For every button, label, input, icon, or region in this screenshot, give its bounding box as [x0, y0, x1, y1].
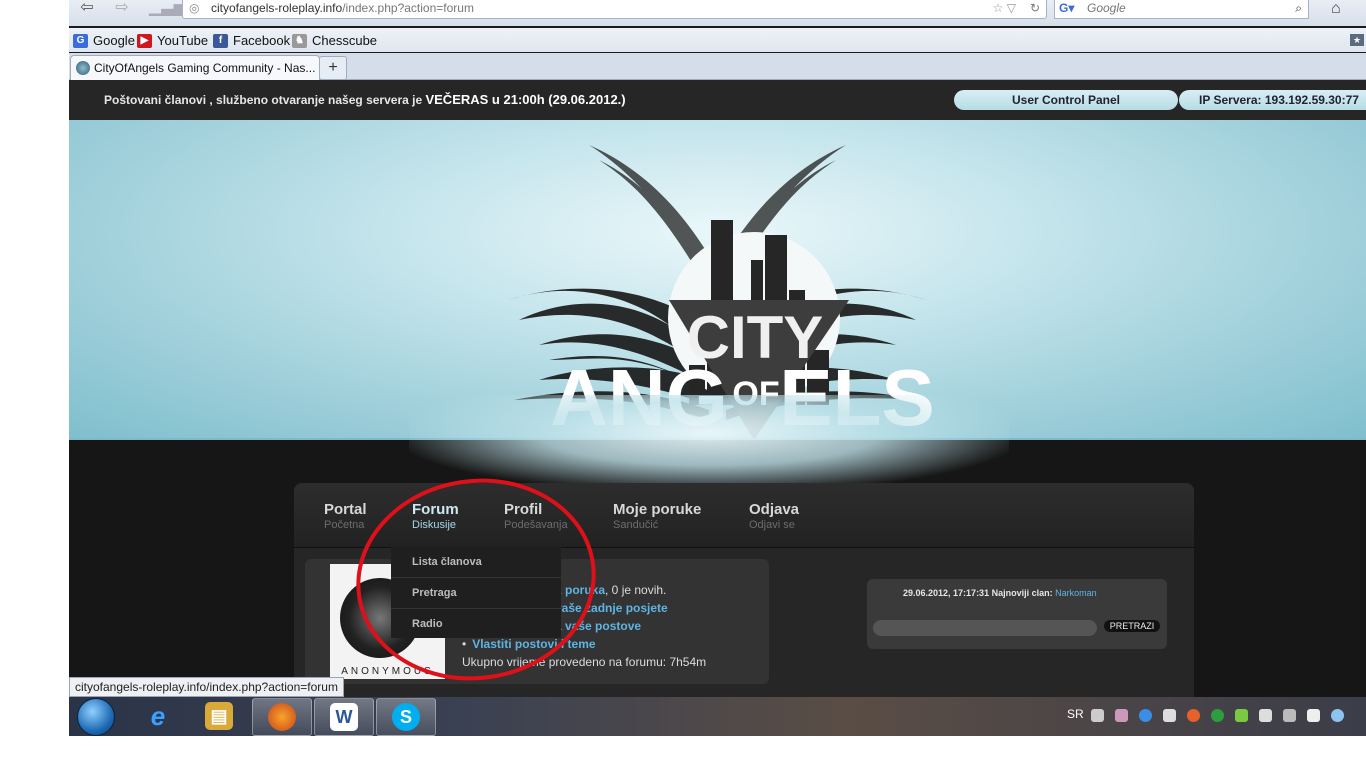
taskbar-internet-explorer[interactable]: e: [129, 698, 187, 734]
search-bar[interactable]: G▾ Google ⌕: [1054, 0, 1309, 19]
tray-app-icon[interactable]: [1115, 709, 1128, 722]
keyboard-icon[interactable]: [1091, 709, 1104, 722]
search-box: 29.06.2012, 17:17:31 Najnoviji clan: Nar…: [867, 579, 1167, 649]
tray-globe-icon[interactable]: [1331, 709, 1344, 722]
menu-item-portal[interactable]: Portal Početna: [324, 501, 367, 531]
fog-decoration: [409, 395, 1009, 490]
menu-subtitle: Sandučić: [613, 519, 659, 531]
taskbar-firefox[interactable]: [252, 698, 312, 736]
volume-icon[interactable]: [1259, 709, 1272, 722]
bookmarks-menu-icon[interactable]: ★: [1350, 34, 1364, 46]
bookmark-google[interactable]: G Google: [73, 33, 135, 48]
chesscube-icon: ♞: [292, 33, 307, 48]
action-center-flag-icon[interactable]: [1307, 709, 1320, 722]
menu-title: Odjava: [749, 501, 800, 518]
bookmark-youtube[interactable]: ▶ YouTube: [137, 33, 208, 48]
site-banner: CITY ANG OF ELS: [69, 120, 1366, 440]
menu-title: Portal: [324, 501, 367, 518]
bookmark-star-icon[interactable]: ☆ ▽: [993, 0, 1016, 17]
tab-title: CityOfAngels Gaming Community - Nas...: [94, 61, 316, 75]
menu-subtitle: Odjavi se: [749, 519, 795, 531]
forum-search-input[interactable]: [873, 620, 1097, 636]
back-icon[interactable]: ⇦: [74, 0, 100, 16]
tab-strip: CityOfAngels Gaming Community - Nas... +: [69, 53, 1366, 80]
facebook-icon: f: [213, 33, 228, 48]
menu-item-odjava[interactable]: Odjava Odjavi se: [749, 501, 799, 531]
tray-blue-icon[interactable]: [1139, 709, 1152, 722]
search-button[interactable]: PRETRAZI: [1104, 620, 1160, 632]
tray-green-icon[interactable]: [1235, 709, 1248, 722]
datetime: 29.06.2012, 17:17:31: [903, 588, 990, 598]
youtube-icon: ▶: [137, 33, 152, 48]
taskbar-file-explorer[interactable]: ▤: [190, 698, 248, 734]
bookmark-label: Chesscube: [312, 33, 378, 48]
messages-count-text: , 0 je novih.: [605, 583, 667, 597]
network-icon[interactable]: [1283, 709, 1296, 722]
search-placeholder: Google: [1087, 1, 1126, 15]
site-favicon-icon: [76, 61, 90, 75]
status-url-tooltip: cityofangels-roleplay.info/index.php?act…: [69, 677, 344, 697]
newest-member-link[interactable]: Narkoman: [1055, 588, 1097, 598]
bookmarks-toolbar: G Google ▶ YouTube f Facebook ♞ Chesscub…: [69, 28, 1366, 52]
language-indicator[interactable]: SR: [1067, 707, 1084, 721]
internet-explorer-icon: e: [150, 701, 166, 731]
home-icon[interactable]: ⌂: [1331, 0, 1341, 18]
forward-icon[interactable]: ⇨: [109, 0, 135, 16]
server-ip-button[interactable]: IP Servera: 193.192.59.30:77: [1179, 90, 1366, 110]
menu-item-moje-poruke[interactable]: Moje poruke Sandučić: [613, 501, 701, 531]
url-bar[interactable]: ◎ cityofangels-roleplay.info/index.php?a…: [182, 0, 1047, 19]
site-announcement-bar: Poštovani članovi , službeno otvaranje n…: [69, 80, 1366, 120]
skype-icon: S: [392, 703, 420, 731]
announcement-highlight: VEČERAS u 21:00h (29.06.2012.): [425, 92, 626, 107]
bookmark-label: YouTube: [157, 33, 209, 48]
word-icon: W: [330, 703, 358, 731]
site-identity-icon[interactable]: ◎: [189, 0, 199, 17]
firefox-icon: [268, 703, 296, 731]
bookmark-facebook[interactable]: f Facebook: [213, 33, 290, 48]
history-icon[interactable]: ▁▃▅: [149, 0, 186, 16]
taskbar-skype[interactable]: S: [376, 698, 436, 736]
url-path: /index.php?action=forum: [342, 1, 474, 15]
newest-member-label: Najnoviji clan:: [991, 588, 1053, 598]
bookmark-chesscube[interactable]: ♞ Chesscube: [292, 33, 377, 48]
start-button[interactable]: [77, 698, 115, 736]
search-icon[interactable]: ⌕: [1295, 0, 1302, 17]
windows-taskbar: e ▤ W S SR: [69, 697, 1366, 736]
google-icon: G: [73, 33, 88, 48]
menu-title: Moje poruke: [613, 501, 702, 518]
city-of-angels-logo: CITY ANG OF ELS: [509, 145, 935, 438]
new-tab-button[interactable]: +: [319, 56, 347, 80]
user-control-panel-button[interactable]: User Control Panel: [954, 90, 1178, 110]
google-engine-icon[interactable]: G▾: [1059, 0, 1074, 17]
tab-active[interactable]: CityOfAngels Gaming Community - Nas...: [70, 55, 320, 80]
utorrent-icon[interactable]: [1211, 709, 1224, 722]
steam-icon[interactable]: [1163, 709, 1176, 722]
reload-icon[interactable]: ↻: [1030, 0, 1040, 17]
bookmark-label: Facebook: [233, 33, 291, 48]
announcement: Poštovani članovi , službeno otvaranje n…: [104, 92, 626, 107]
browser-toolbar: ⇦ ⇨ ▁▃▅ ◎ cityofangels-roleplay.info/ind…: [69, 0, 1366, 26]
folder-icon: ▤: [205, 702, 233, 730]
taskbar-word[interactable]: W: [314, 698, 374, 736]
newest-member-line: 29.06.2012, 17:17:31 Najnoviji clan: Nar…: [903, 588, 1097, 598]
tray-orange-icon[interactable]: [1187, 709, 1200, 722]
screen: ⇦ ⇨ ▁▃▅ ◎ cityofangels-roleplay.info/ind…: [69, 0, 1366, 736]
url-host: cityofangels-roleplay.info: [211, 1, 343, 15]
bookmark-label: Google: [93, 33, 135, 48]
announcement-text: Poštovani članovi , službeno otvaranje n…: [104, 93, 423, 107]
menu-subtitle: Početna: [324, 519, 365, 531]
